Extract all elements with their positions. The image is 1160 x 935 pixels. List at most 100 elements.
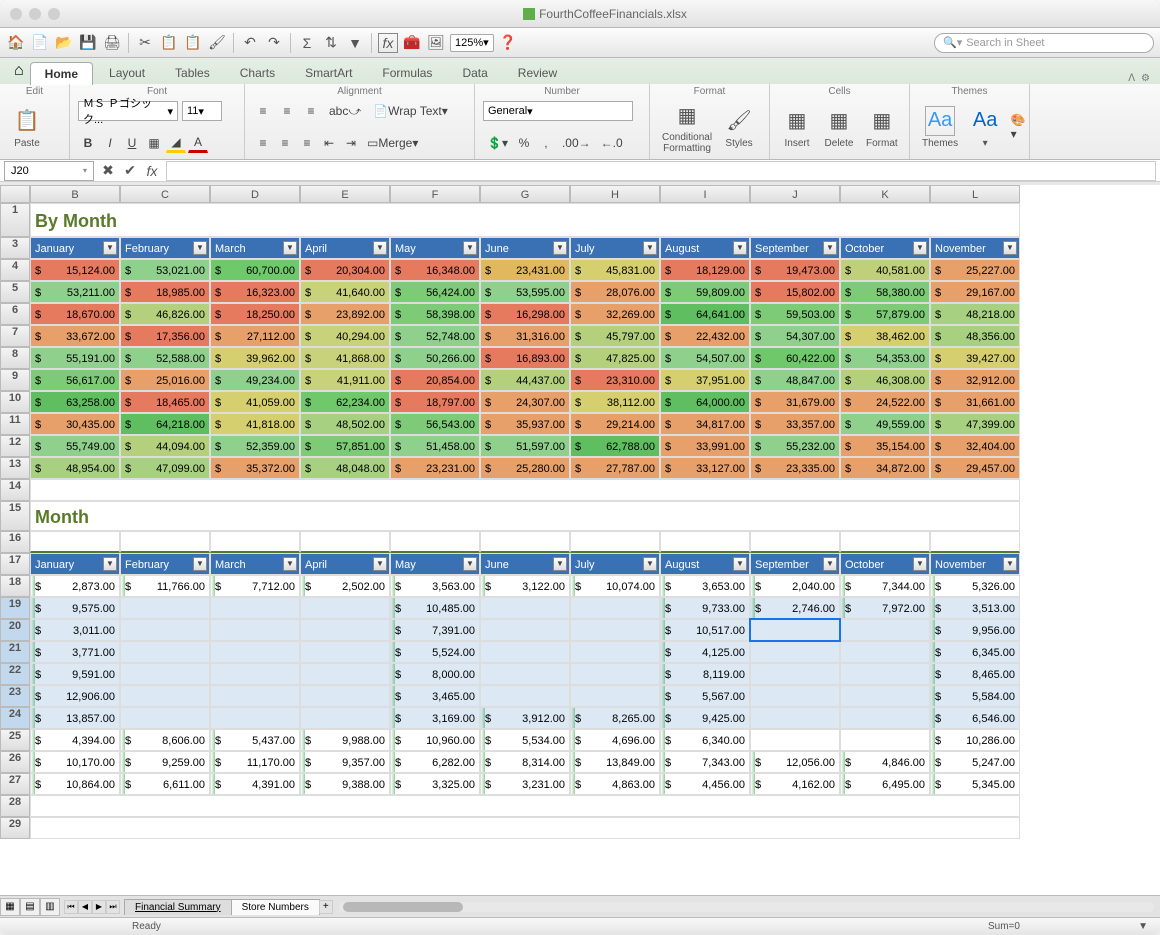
column-header[interactable]: C — [120, 185, 210, 203]
data-cell[interactable]: $7,344.00 — [840, 575, 930, 597]
filter-dropdown-icon[interactable]: ▼ — [103, 557, 117, 571]
row-header[interactable]: 1 — [0, 203, 30, 237]
border-button[interactable]: ▦ — [144, 133, 164, 153]
data-cell[interactable]: $9,357.00 — [300, 751, 390, 773]
next-sheet-button[interactable]: ▶ — [92, 900, 106, 914]
data-cell[interactable]: $51,597.00 — [480, 435, 570, 457]
filter-dropdown-icon[interactable]: ▼ — [103, 241, 117, 255]
data-cell[interactable]: $6,495.00 — [840, 773, 930, 795]
row-header[interactable]: 17 — [0, 553, 30, 575]
data-cell[interactable]: $2,746.00 — [750, 597, 840, 619]
data-cell[interactable] — [120, 707, 210, 729]
align-right-button[interactable]: ≡ — [297, 133, 317, 153]
filter-dropdown-icon[interactable]: ▼ — [553, 241, 567, 255]
spreadsheet-grid[interactable]: BCDEFGHIJKL1By Month3January▼February▼Ma… — [0, 185, 1160, 895]
filter-dropdown-icon[interactable]: ▼ — [1003, 557, 1017, 571]
align-left-button[interactable]: ≡ — [253, 133, 273, 153]
italic-button[interactable]: I — [100, 133, 120, 153]
theme-colors-button[interactable]: 🎨▾ — [1008, 117, 1028, 137]
data-cell[interactable]: $18,670.00 — [30, 303, 120, 325]
data-cell[interactable]: $19,473.00 — [750, 259, 840, 281]
page-layout-view-button[interactable]: ▤ — [20, 898, 40, 916]
data-cell[interactable]: $57,879.00 — [840, 303, 930, 325]
data-cell[interactable]: $5,345.00 — [930, 773, 1020, 795]
data-cell[interactable]: $4,456.00 — [660, 773, 750, 795]
data-cell[interactable]: $4,162.00 — [750, 773, 840, 795]
data-cell[interactable]: $56,543.00 — [390, 413, 480, 435]
data-cell[interactable]: $10,485.00 — [390, 597, 480, 619]
normal-view-button[interactable]: ▦ — [0, 898, 20, 916]
data-cell[interactable]: $12,056.00 — [750, 751, 840, 773]
data-cell[interactable]: $58,398.00 — [390, 303, 480, 325]
data-cell[interactable]: $62,788.00 — [570, 435, 660, 457]
data-cell[interactable]: $3,465.00 — [390, 685, 480, 707]
data-cell[interactable]: $53,595.00 — [480, 281, 570, 303]
sheet-tab-financial-summary[interactable]: Financial Summary — [124, 899, 232, 915]
data-cell[interactable]: $25,227.00 — [930, 259, 1020, 281]
data-cell[interactable]: $4,696.00 — [570, 729, 660, 751]
data-cell[interactable]: $5,437.00 — [210, 729, 300, 751]
filter-dropdown-icon[interactable]: ▼ — [193, 241, 207, 255]
status-dropdown-icon[interactable]: ▼ — [1138, 921, 1148, 932]
data-cell[interactable]: $18,465.00 — [120, 391, 210, 413]
file-icon[interactable]: 📄 — [30, 33, 50, 53]
conditional-formatting-button[interactable]: ▦ Conditional Formatting — [658, 98, 716, 156]
data-cell[interactable]: $51,458.00 — [390, 435, 480, 457]
data-cell[interactable]: $8,119.00 — [660, 663, 750, 685]
data-cell[interactable]: $56,617.00 — [30, 369, 120, 391]
data-cell[interactable]: $3,771.00 — [30, 641, 120, 663]
empty-cell[interactable] — [930, 531, 1020, 553]
data-cell[interactable]: $39,427.00 — [930, 347, 1020, 369]
data-cell[interactable] — [120, 597, 210, 619]
data-cell[interactable]: $9,591.00 — [30, 663, 120, 685]
data-cell[interactable]: $53,211.00 — [30, 281, 120, 303]
data-cell[interactable]: $55,232.00 — [750, 435, 840, 457]
data-cell[interactable]: $57,851.00 — [300, 435, 390, 457]
fx-button[interactable]: fx — [142, 161, 162, 181]
data-cell[interactable] — [840, 685, 930, 707]
data-cell[interactable]: $5,524.00 — [390, 641, 480, 663]
data-cell[interactable]: $54,507.00 — [660, 347, 750, 369]
data-cell[interactable]: $47,099.00 — [120, 457, 210, 479]
column-header[interactable]: F — [390, 185, 480, 203]
table-header[interactable]: May▼ — [390, 553, 480, 575]
column-header[interactable]: G — [480, 185, 570, 203]
styles-button[interactable]: 🖌 Styles — [720, 104, 758, 151]
table-header[interactable]: January▼ — [30, 553, 120, 575]
data-cell[interactable]: $46,826.00 — [120, 303, 210, 325]
data-cell[interactable] — [840, 619, 930, 641]
column-header[interactable]: B — [30, 185, 120, 203]
data-cell[interactable]: $9,733.00 — [660, 597, 750, 619]
align-center-button[interactable]: ≡ — [275, 133, 295, 153]
number-format-select[interactable]: General ▾ — [483, 101, 633, 121]
filter-dropdown-icon[interactable]: ▼ — [373, 241, 387, 255]
filter-dropdown-icon[interactable]: ▼ — [823, 557, 837, 571]
data-cell[interactable]: $56,424.00 — [390, 281, 480, 303]
data-cell[interactable]: $58,380.00 — [840, 281, 930, 303]
merge-button[interactable]: ▭ Merge ▾ — [363, 133, 422, 153]
data-cell[interactable]: $3,231.00 — [480, 773, 570, 795]
table-header[interactable]: May▼ — [390, 237, 480, 259]
column-header[interactable]: E — [300, 185, 390, 203]
data-cell[interactable]: $16,298.00 — [480, 303, 570, 325]
comma-button[interactable]: , — [536, 133, 556, 153]
data-cell[interactable] — [570, 597, 660, 619]
row-header[interactable]: 24 — [0, 707, 30, 729]
data-cell[interactable]: $33,672.00 — [30, 325, 120, 347]
data-cell[interactable]: $48,954.00 — [30, 457, 120, 479]
data-cell[interactable]: $11,170.00 — [210, 751, 300, 773]
data-cell[interactable]: $3,325.00 — [390, 773, 480, 795]
data-cell[interactable]: $40,581.00 — [840, 259, 930, 281]
data-cell[interactable] — [480, 641, 570, 663]
data-cell[interactable]: $10,960.00 — [390, 729, 480, 751]
data-cell[interactable]: $38,462.00 — [840, 325, 930, 347]
table-header[interactable]: November▼ — [930, 553, 1020, 575]
data-cell[interactable] — [120, 641, 210, 663]
data-cell[interactable]: $45,797.00 — [570, 325, 660, 347]
font-size-select[interactable]: 11 ▾ — [182, 101, 222, 121]
data-cell[interactable]: $23,231.00 — [390, 457, 480, 479]
data-cell[interactable]: $12,906.00 — [30, 685, 120, 707]
data-cell[interactable]: $3,563.00 — [390, 575, 480, 597]
row-header[interactable]: 13 — [0, 457, 30, 479]
table-header[interactable]: June▼ — [480, 553, 570, 575]
